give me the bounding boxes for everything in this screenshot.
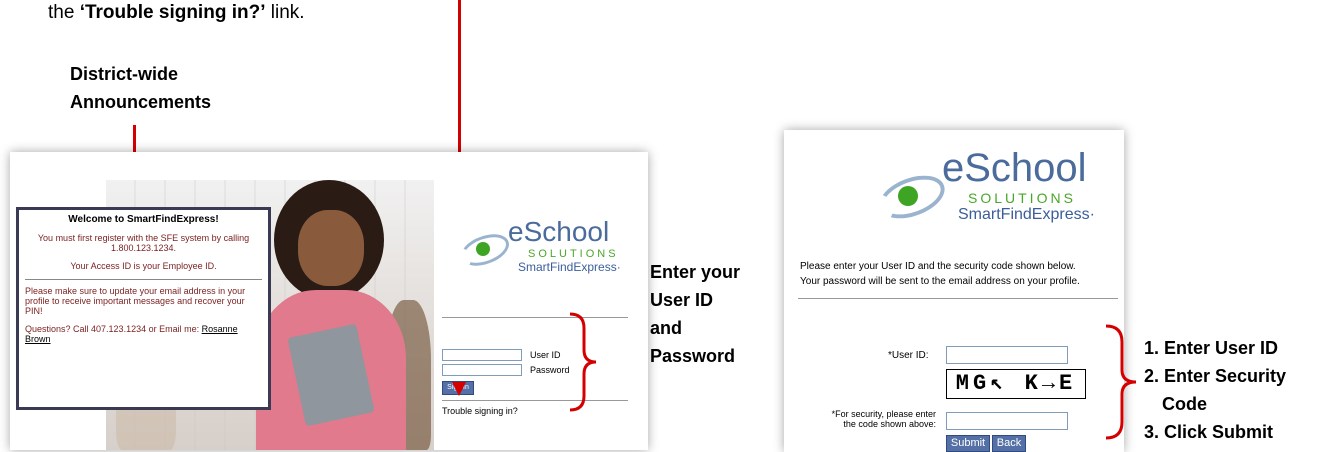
eschool-logo: eSchool SOLUTIONS SmartFindExpress·: [456, 216, 638, 278]
caption-prefix: the: [48, 2, 80, 23]
announcement-phone: 1.800.123.1234.: [110, 243, 177, 253]
user-id-input[interactable]: [946, 346, 1068, 364]
login-divider-bottom: [442, 400, 628, 401]
security-label-line2: the code shown above:: [843, 419, 936, 429]
logo-solutions-text: SOLUTIONS: [968, 190, 1076, 206]
callout-enter-line3: and: [650, 318, 683, 338]
instructions-line1: Please enter your User ID and the securi…: [800, 261, 1076, 272]
user-id-input[interactable]: [442, 349, 522, 361]
submit-button[interactable]: Submit: [946, 435, 990, 452]
logo-eschool-text: eSchool: [508, 216, 610, 247]
callout-district-announcements: District-wide Announcements: [70, 60, 211, 116]
logo-solutions-text: SOLUTIONS: [528, 248, 619, 260]
eschool-logo: eSchool SOLUTIONS SmartFindExpress·: [873, 146, 1116, 230]
announcement-email-note: Please make sure to update your email ad…: [25, 286, 246, 316]
security-label-line1: *For security, please enter: [831, 409, 936, 419]
user-id-label: *User ID:: [888, 350, 929, 361]
login-page-screenshot: Welcome to SmartFindExpress! You must fi…: [10, 152, 648, 450]
security-code-image: MG↖ K→E: [946, 369, 1086, 399]
callout-enter-credentials: Enter your User ID and Password: [650, 258, 740, 370]
brace-login-fields: [569, 312, 597, 412]
callout-step1: 1. Enter User ID: [1144, 338, 1279, 358]
top-caption: the ‘Trouble signing in?’ link.: [48, 2, 305, 24]
logo-sfe-text: SmartFindExpress·: [518, 260, 621, 274]
announcement-line1: You must first register with the SFE sys…: [37, 233, 250, 243]
arrow-trouble-head: [452, 382, 466, 396]
woman-face: [298, 210, 364, 286]
brace-recovery-steps: [1105, 324, 1137, 440]
announcement-questions: Questions? Call 407.123.1234 or Email me…: [25, 324, 202, 334]
announcement-box: Welcome to SmartFindExpress! You must fi…: [16, 207, 271, 410]
back-button[interactable]: Back: [992, 435, 1026, 452]
logo-eschool-text: eSchool: [942, 146, 1087, 190]
logo-sfe-text: SmartFindExpress·: [958, 206, 1095, 223]
security-code-label: *For security, please enter the code sho…: [810, 409, 936, 429]
logo-dot-icon: [476, 242, 490, 256]
callout-district-line1: District-wide: [70, 64, 179, 84]
password-input[interactable]: [442, 364, 522, 376]
password-recovery-screenshot: eSchool SOLUTIONS SmartFindExpress· Plea…: [784, 130, 1124, 452]
callout-step3: 3. Click Submit: [1144, 422, 1274, 442]
instructions-line2: Your password will be sent to the email …: [800, 276, 1080, 287]
logo-dot-icon: [898, 186, 918, 206]
security-code-input[interactable]: [946, 412, 1068, 430]
announcement-access-id: Your Access ID is your Employee ID.: [70, 261, 217, 271]
recovery-divider: [798, 298, 1118, 299]
callout-enter-line2: User ID: [650, 290, 714, 310]
callout-step2-line1: 2. Enter Security: [1144, 366, 1287, 386]
callout-enter-line4: Password: [650, 346, 736, 366]
user-id-label: User ID: [530, 350, 561, 360]
password-label: Password: [530, 365, 570, 375]
callout-step2-line2: Code: [1162, 394, 1207, 414]
announcement-divider: [25, 279, 262, 280]
callout-district-line2: Announcements: [70, 92, 212, 112]
login-divider-top: [442, 317, 628, 318]
caption-link-name: ‘Trouble signing in?’: [79, 2, 266, 23]
caption-suffix: link.: [265, 2, 305, 23]
announcement-title: Welcome to SmartFindExpress!: [68, 214, 219, 225]
callout-enter-line1: Enter your: [650, 262, 741, 282]
callout-recovery-steps: 1. Enter User ID 2. Enter Security Code …: [1144, 334, 1286, 446]
trouble-signing-in-link[interactable]: Trouble signing in?: [442, 406, 518, 416]
